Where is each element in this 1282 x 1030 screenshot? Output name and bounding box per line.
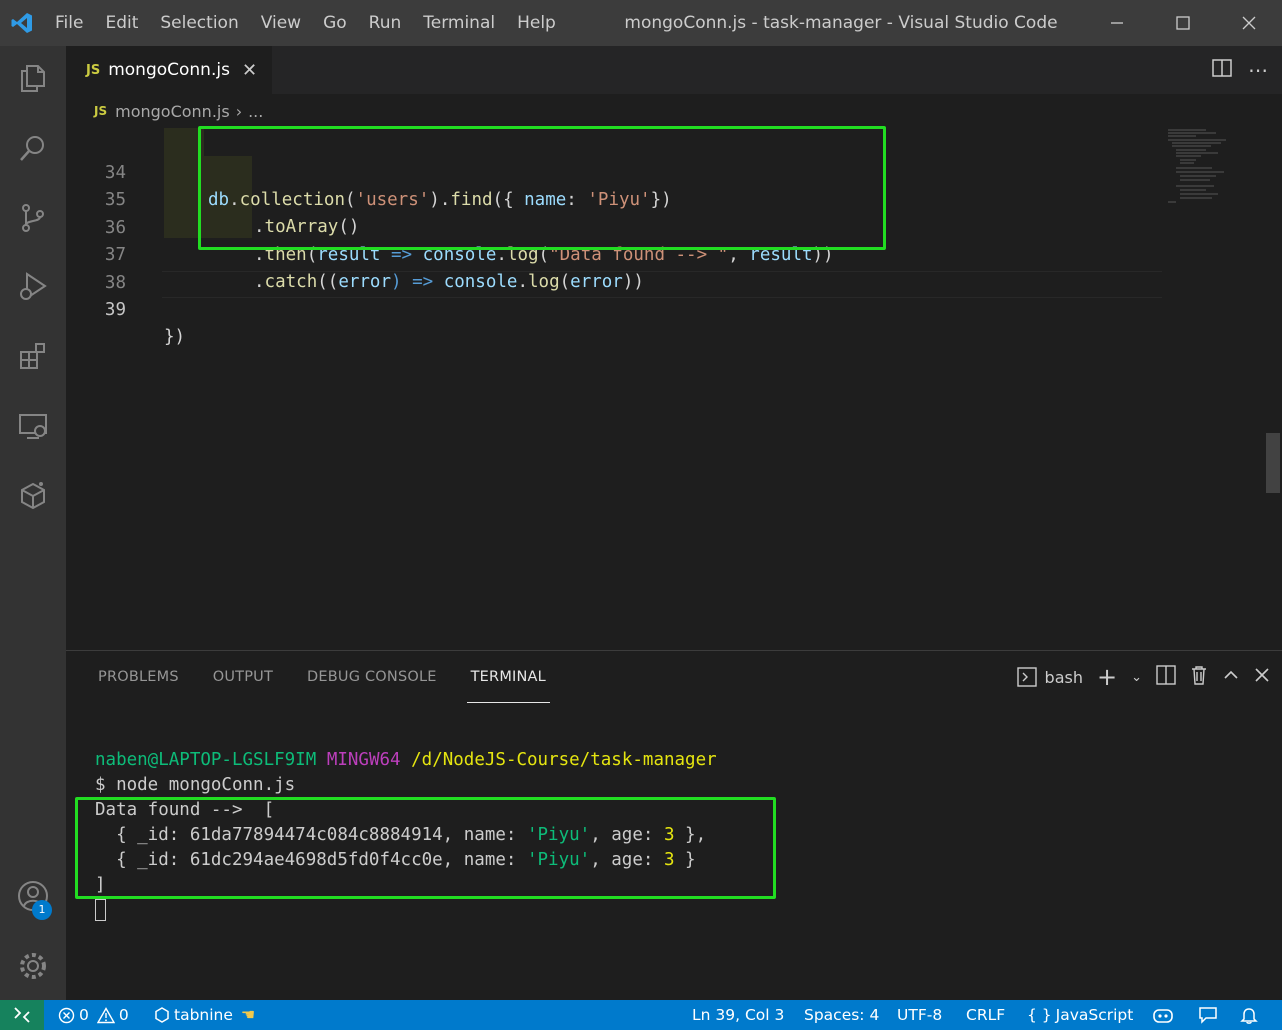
split-terminal-icon[interactable]: [1156, 665, 1176, 689]
editor-actions: ⋯: [1212, 46, 1268, 94]
tab-terminal[interactable]: TERMINAL: [466, 651, 551, 703]
search-icon[interactable]: [0, 120, 66, 176]
extensions-icon[interactable]: [0, 328, 66, 384]
js-file-icon: JS: [94, 104, 108, 118]
panel-actions: bash + ⌄: [1016, 651, 1270, 703]
tab-label: mongoConn.js: [108, 60, 230, 80]
status-bar: 0 0 tabnine ☚ Ln 39, Col 3 Spaces: 4 UTF…: [0, 1000, 1282, 1030]
close-tab-icon[interactable]: ✕: [242, 60, 257, 81]
breadcrumb-more[interactable]: ...: [248, 102, 263, 121]
remote-icon: [14, 1007, 30, 1023]
menu-file[interactable]: File: [44, 0, 94, 46]
menu-selection[interactable]: Selection: [149, 0, 249, 46]
tabnine-status[interactable]: tabnine ☚: [154, 1000, 255, 1030]
tab-mongoconn[interactable]: JS mongoConn.js ✕: [66, 46, 272, 94]
warning-icon: [96, 1006, 115, 1023]
tab-output[interactable]: OUTPUT: [213, 651, 273, 703]
feedback-icon[interactable]: [1198, 1000, 1218, 1030]
scrollbar-thumb[interactable]: [1266, 433, 1280, 493]
eol-status[interactable]: CRLF: [966, 1000, 1005, 1030]
terminal-cursor: [95, 899, 106, 921]
minimap[interactable]: [1166, 128, 1266, 208]
notifications-bell-icon[interactable]: [1240, 1000, 1258, 1030]
breadcrumb-file[interactable]: mongoConn.js: [115, 102, 230, 121]
docker-icon[interactable]: [0, 466, 66, 522]
js-file-icon: JS: [86, 62, 101, 78]
menu-run[interactable]: Run: [358, 0, 413, 46]
window-controls: [1084, 0, 1282, 46]
title-bar: File Edit Selection View Go Run Terminal…: [0, 0, 1282, 46]
tab-debug-console[interactable]: DEBUG CONSOLE: [307, 651, 437, 703]
chevron-right-icon: ›: [235, 101, 243, 121]
code-line: 39 }): [104, 300, 186, 347]
chevron-down-icon[interactable]: ⌄: [1131, 670, 1142, 685]
braces-icon: { }: [1027, 1006, 1052, 1024]
close-panel-icon[interactable]: [1254, 667, 1270, 687]
breadcrumb: JS mongoConn.js › ...: [66, 94, 1282, 128]
menu-view[interactable]: View: [250, 0, 312, 46]
tabnine-icon: [155, 1007, 169, 1023]
tab-problems[interactable]: PROBLEMS: [98, 651, 179, 703]
split-editor-icon[interactable]: [1212, 58, 1232, 82]
annotation-box-code: [198, 126, 886, 250]
cursor-position[interactable]: Ln 39, Col 3: [692, 1000, 784, 1030]
run-debug-icon[interactable]: [0, 258, 66, 314]
explorer-icon[interactable]: [0, 50, 66, 106]
maximize-button[interactable]: [1150, 0, 1216, 46]
settings-gear-icon[interactable]: [0, 938, 66, 994]
menu-help[interactable]: Help: [506, 0, 567, 46]
indentation-status[interactable]: Spaces: 4: [804, 1000, 879, 1030]
vscode-logo-icon: [0, 0, 44, 46]
close-window-button[interactable]: [1216, 0, 1282, 46]
minimize-button[interactable]: [1084, 0, 1150, 46]
language-mode[interactable]: { } JavaScript: [1027, 1000, 1133, 1030]
bottom-panel: PROBLEMS OUTPUT DEBUG CONSOLE TERMINAL b…: [66, 650, 1282, 1000]
problems-status[interactable]: 0 0: [58, 1000, 129, 1030]
menu-terminal[interactable]: Terminal: [412, 0, 506, 46]
encoding-status[interactable]: UTF-8: [897, 1000, 942, 1030]
shell-label: bash: [1044, 667, 1083, 687]
copilot-icon[interactable]: [1152, 1000, 1174, 1030]
terminal-icon: [1016, 667, 1037, 687]
menu-go[interactable]: Go: [312, 0, 358, 46]
trash-icon[interactable]: [1190, 665, 1208, 689]
terminal-command: $ node mongoConn.js: [95, 775, 296, 795]
panel-tabs: PROBLEMS OUTPUT DEBUG CONSOLE TERMINAL: [98, 651, 580, 703]
accounts-icon[interactable]: 1: [0, 868, 66, 924]
hand-pointer-icon: ☚: [240, 1005, 256, 1024]
maximize-panel-icon[interactable]: [1222, 666, 1240, 688]
activity-bar: 1: [0, 46, 66, 1000]
terminal-shell-selector[interactable]: bash: [1016, 667, 1083, 687]
more-actions-icon[interactable]: ⋯: [1248, 58, 1268, 82]
menu-edit[interactable]: Edit: [94, 0, 149, 46]
new-terminal-icon[interactable]: +: [1097, 663, 1117, 691]
editor-scrollbar[interactable]: [1266, 128, 1282, 650]
menu-bar: File Edit Selection View Go Run Terminal…: [44, 0, 567, 46]
terminal-prompt: naben@LAPTOP-LGSLF9IM MINGW64 /d/NodeJS-…: [95, 750, 717, 770]
remote-explorer-icon[interactable]: [0, 398, 66, 454]
annotation-box-output: [75, 797, 776, 899]
error-icon: [58, 1007, 75, 1023]
editor-tab-bar: JS mongoConn.js ✕ ⋯: [66, 46, 1282, 94]
accounts-badge: 1: [32, 900, 52, 920]
source-control-icon[interactable]: [0, 190, 66, 246]
code-editor[interactable]: 34 db.collection('users').find({ name: '…: [66, 126, 1282, 650]
remote-indicator[interactable]: [0, 1000, 44, 1030]
